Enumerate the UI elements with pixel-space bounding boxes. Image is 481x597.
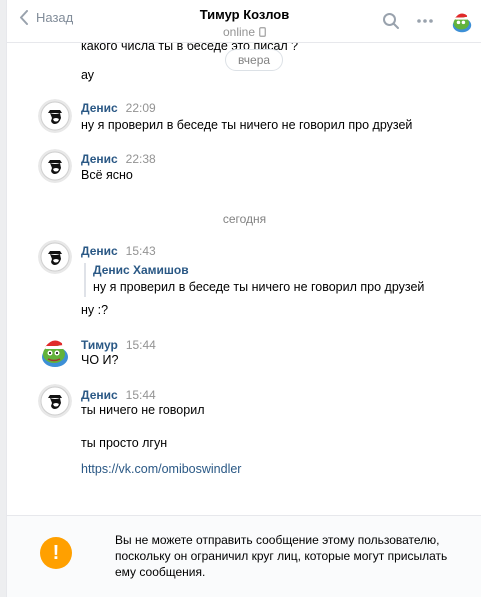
- message-text: ты ничего не говорил: [81, 403, 205, 417]
- peer-status: online: [223, 25, 266, 39]
- message-header: Тимур 15:44: [81, 338, 156, 352]
- forwarded-text: ну я проверил в беседе ты ничего не гово…: [93, 280, 425, 294]
- phone-icon: [259, 27, 266, 37]
- message-header: Денис 15:43: [81, 244, 156, 258]
- search-button[interactable]: [382, 12, 400, 30]
- avatar-denis[interactable]: [38, 99, 72, 133]
- message-text: ЧО И?: [81, 353, 119, 367]
- message-text: ну :?: [81, 303, 109, 317]
- avatar-denis[interactable]: [38, 149, 72, 183]
- chat-panel: какого числа ты в беседе это писал ? ау …: [6, 0, 481, 597]
- message-time: 15:44: [125, 338, 156, 352]
- user-avatar-icon: [450, 9, 474, 33]
- forwarded-message[interactable]: Денис Хамишов ну я проверил в беседе ты …: [84, 263, 424, 297]
- peer-avatar[interactable]: [450, 9, 474, 33]
- timur-avatar-icon: [38, 334, 72, 368]
- notice-text: Вы не можете отправить сообщение этому п…: [115, 533, 448, 579]
- message-text: ау: [81, 68, 95, 82]
- denis-avatar-icon: [38, 240, 72, 274]
- message-text: ну я проверил в беседе ты ничего не гово…: [81, 118, 413, 132]
- message-time: 15:44: [125, 388, 156, 402]
- avatar-denis[interactable]: [38, 384, 72, 418]
- denis-avatar-icon: [38, 384, 72, 418]
- date-separator: сегодня: [222, 212, 267, 226]
- message-time: 15:43: [125, 244, 156, 258]
- online-status: online: [222, 25, 256, 39]
- message-header: Денис 22:09: [81, 101, 156, 115]
- avatar-denis[interactable]: [38, 240, 72, 274]
- message-text: Всё ясно: [81, 168, 133, 182]
- denis-avatar-icon: [38, 149, 72, 183]
- message-header: Денис 22:38: [81, 152, 156, 166]
- write-restriction-notice: ! Вы не можете отправить сообщение этому…: [7, 515, 481, 597]
- floating-date: вчера: [225, 49, 283, 71]
- message-text: ты просто лгун: [81, 436, 168, 450]
- header-actions: [366, 9, 474, 33]
- message-author[interactable]: Денис: [81, 152, 118, 166]
- message-header: Денис 15:44: [81, 388, 156, 402]
- denis-avatar-icon: [38, 99, 72, 133]
- message-link[interactable]: https://vk.com/omiboswindler: [81, 462, 241, 476]
- message-author[interactable]: Денис: [81, 388, 118, 402]
- message-author[interactable]: Тимур: [81, 338, 118, 352]
- more-button[interactable]: [416, 12, 434, 30]
- chat-header: Назад Тимур Козлов online: [7, 0, 481, 43]
- warning-icon: !: [40, 537, 72, 569]
- message-time: 22:38: [125, 152, 156, 166]
- message-history[interactable]: какого числа ты в беседе это писал ? ау …: [7, 0, 481, 515]
- search-icon: [383, 13, 399, 29]
- avatar-timur[interactable]: [38, 334, 72, 368]
- message-time: 22:09: [125, 101, 156, 115]
- message-author[interactable]: Денис: [81, 101, 118, 115]
- more-icon: [417, 19, 433, 23]
- forwarded-author[interactable]: Денис Хамишов: [93, 263, 424, 277]
- message-author[interactable]: Денис: [81, 244, 118, 258]
